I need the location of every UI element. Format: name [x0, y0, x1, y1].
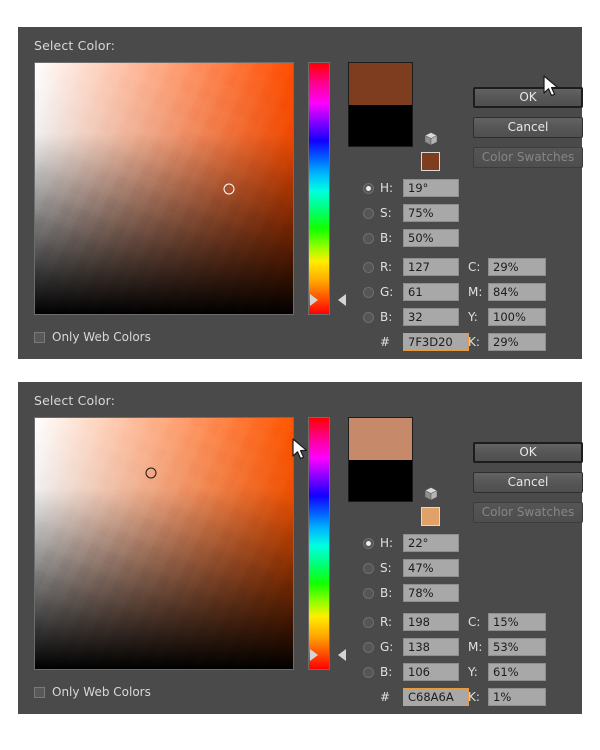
radio-saturation-top[interactable]: [363, 208, 374, 219]
hue-handle-right-bottom[interactable]: [338, 648, 346, 661]
only-web-colors-label-top: Only Web Colors: [52, 330, 151, 344]
color-swatches-button-top[interactable]: Color Swatches: [473, 147, 583, 168]
label-green-top: G:: [380, 285, 394, 299]
label-yellow-bottom: Y:: [468, 665, 478, 679]
color-picker-panel-bottom: Select Color: OK Cancel Color Swatches H…: [18, 382, 583, 714]
preview-new-color-bottom: [349, 418, 412, 460]
input-hex-bottom[interactable]: C68A6A: [403, 688, 469, 706]
hue-slider-top[interactable]: [308, 62, 330, 315]
hue-handle-left-top[interactable]: [310, 293, 318, 306]
label-cyan-top: C:: [468, 260, 481, 274]
cancel-button-top[interactable]: Cancel: [473, 117, 583, 138]
radio-red-bottom[interactable]: [363, 617, 374, 628]
recent-color-swatch-bottom[interactable]: [421, 507, 440, 526]
only-web-colors-checkbox-top[interactable]: Only Web Colors: [34, 330, 151, 344]
input-cyan-top[interactable]: 29%: [488, 258, 546, 276]
label-hue-bottom: H:: [380, 536, 394, 550]
label-brightness-bottom: B:: [380, 586, 393, 600]
radio-hue-bottom[interactable]: [363, 538, 374, 549]
cube-icon: [423, 486, 439, 502]
input-yellow-top[interactable]: 100%: [488, 308, 546, 326]
color-swatches-button-bottom[interactable]: Color Swatches: [473, 502, 583, 523]
label-blue-top: B:: [380, 310, 393, 324]
input-hue-top[interactable]: 19°: [403, 179, 459, 197]
input-magenta-top[interactable]: 84%: [488, 283, 546, 301]
checkbox-box-bottom[interactable]: [34, 686, 45, 698]
only-web-colors-label-bottom: Only Web Colors: [52, 685, 151, 699]
label-black-top: K:: [468, 335, 480, 349]
label-cyan-bottom: C:: [468, 615, 481, 629]
radio-green-top[interactable]: [363, 287, 374, 298]
radio-hue-top[interactable]: [363, 183, 374, 194]
preview-new-color-top: [349, 63, 412, 105]
label-red-bottom: R:: [380, 615, 393, 629]
only-web-colors-checkbox-bottom[interactable]: Only Web Colors: [34, 685, 151, 699]
radio-brightness-top[interactable]: [363, 233, 374, 244]
page-root: Select Color: OK Cancel Color Swatches H…: [0, 0, 600, 750]
input-yellow-bottom[interactable]: 61%: [488, 663, 546, 681]
preview-current-color-bottom: [349, 459, 412, 501]
input-brightness-top[interactable]: 50%: [403, 229, 459, 247]
hue-gradient-bottom: [309, 418, 329, 669]
saturation-brightness-square-bottom[interactable]: [34, 417, 294, 670]
hue-handle-left-bottom[interactable]: [310, 648, 318, 661]
input-saturation-top[interactable]: 75%: [403, 204, 459, 222]
label-yellow-top: Y:: [468, 310, 478, 324]
radio-saturation-bottom[interactable]: [363, 563, 374, 574]
ok-button-top[interactable]: OK: [473, 87, 583, 108]
label-saturation-bottom: S:: [380, 561, 392, 575]
input-hex-top[interactable]: 7F3D20: [403, 333, 469, 351]
input-magenta-bottom[interactable]: 53%: [488, 638, 546, 656]
hue-slider-bottom[interactable]: [308, 417, 330, 670]
radio-brightness-bottom[interactable]: [363, 588, 374, 599]
saturation-brightness-square-top[interactable]: [34, 62, 294, 315]
preview-current-color-top: [349, 104, 412, 146]
label-hash-top: #: [380, 335, 391, 349]
label-red-top: R:: [380, 260, 393, 274]
label-saturation-top: S:: [380, 206, 392, 220]
label-hash-bottom: #: [380, 690, 391, 704]
input-black-top[interactable]: 29%: [488, 333, 546, 351]
input-black-bottom[interactable]: 1%: [488, 688, 546, 706]
checkbox-box-top[interactable]: [34, 331, 45, 343]
sb-dither-texture-bottom: [35, 418, 293, 669]
label-magenta-top: M:: [468, 285, 483, 299]
hue-handle-right-top[interactable]: [338, 293, 346, 306]
panel-title-top: Select Color:: [34, 38, 116, 53]
label-brightness-top: B:: [380, 231, 393, 245]
label-blue-bottom: B:: [380, 665, 393, 679]
label-magenta-bottom: M:: [468, 640, 483, 654]
color-preview-bottom: [348, 417, 413, 502]
label-black-bottom: K:: [468, 690, 480, 704]
radio-red-top[interactable]: [363, 262, 374, 273]
recent-color-swatch-top[interactable]: [421, 152, 440, 171]
sb-dither-texture-top: [35, 63, 293, 314]
color-picker-panel-top: Select Color: OK Cancel Color Swatches H…: [18, 27, 583, 359]
label-green-bottom: G:: [380, 640, 394, 654]
color-preview-top: [348, 62, 413, 147]
input-saturation-bottom[interactable]: 47%: [403, 559, 459, 577]
cube-icon: [423, 131, 439, 147]
radio-blue-top[interactable]: [363, 312, 374, 323]
cancel-button-bottom[interactable]: Cancel: [473, 472, 583, 493]
hue-gradient-top: [309, 63, 329, 314]
input-red-top[interactable]: 127: [403, 258, 459, 276]
input-brightness-bottom[interactable]: 78%: [403, 584, 459, 602]
input-green-top[interactable]: 61: [403, 283, 459, 301]
radio-green-bottom[interactable]: [363, 642, 374, 653]
input-hue-bottom[interactable]: 22°: [403, 534, 459, 552]
input-green-bottom[interactable]: 138: [403, 638, 459, 656]
input-blue-top[interactable]: 32: [403, 308, 459, 326]
panel-title-bottom: Select Color:: [34, 393, 116, 408]
input-red-bottom[interactable]: 198: [403, 613, 459, 631]
radio-blue-bottom[interactable]: [363, 667, 374, 678]
label-hue-top: H:: [380, 181, 394, 195]
input-blue-bottom[interactable]: 106: [403, 663, 459, 681]
ok-button-bottom[interactable]: OK: [473, 442, 583, 463]
input-cyan-bottom[interactable]: 15%: [488, 613, 546, 631]
